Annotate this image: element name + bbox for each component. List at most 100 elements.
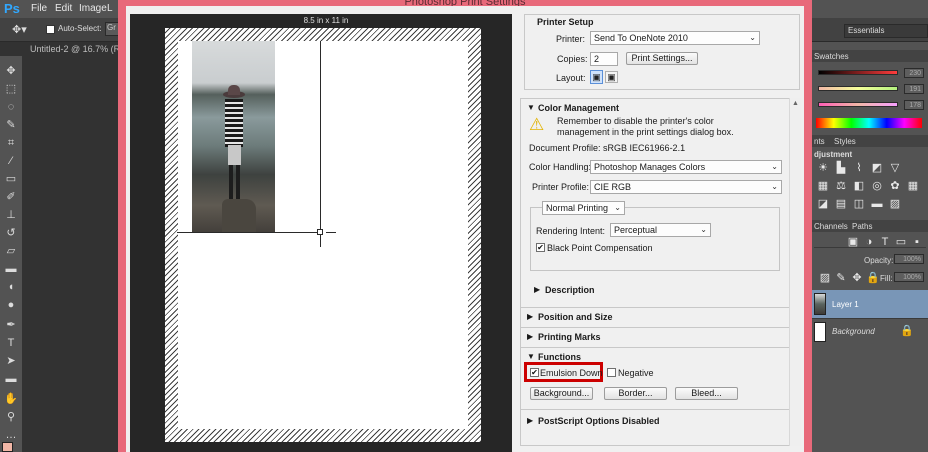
- printing-marks-section[interactable]: Printing Marks: [538, 332, 601, 342]
- hand-tool-icon[interactable]: ✋: [3, 392, 19, 406]
- copies-field[interactable]: 2: [590, 52, 618, 66]
- stamp-tool-icon[interactable]: ⊥: [3, 208, 19, 222]
- eyedropper-tool-icon[interactable]: ⁄: [3, 154, 19, 168]
- menu-image[interactable]: Image: [79, 3, 107, 14]
- emulsion-down-label[interactable]: Emulsion Down: [540, 368, 603, 378]
- black-point-checkbox[interactable]: ✔: [536, 243, 545, 252]
- expand-triangle-icon[interactable]: ▶: [527, 312, 533, 321]
- filter-shape-icon[interactable]: ▭: [894, 236, 908, 248]
- position-size-section[interactable]: Position and Size: [538, 312, 613, 322]
- filter-adjust-icon[interactable]: ◑: [862, 236, 876, 248]
- type-tool-icon[interactable]: T: [3, 336, 19, 350]
- lasso-tool-icon[interactable]: ◌: [3, 100, 19, 114]
- lock-position-icon[interactable]: ✥: [850, 272, 864, 284]
- red-value[interactable]: 230: [904, 68, 924, 78]
- expand-triangle-icon[interactable]: ▶: [527, 332, 533, 341]
- portrait-layout-icon[interactable]: ▣: [590, 70, 603, 84]
- pen-tool-icon[interactable]: ✒: [3, 318, 19, 332]
- move-tool-icon[interactable]: ✥▾: [12, 23, 27, 36]
- negative-checkbox[interactable]: [607, 368, 616, 377]
- menu-layer[interactable]: L: [107, 3, 113, 14]
- opacity-field[interactable]: 100%: [894, 254, 924, 264]
- print-image-preview[interactable]: [192, 41, 275, 232]
- balance-icon[interactable]: ⚖: [834, 180, 848, 192]
- lock-pixels-icon[interactable]: ▨: [818, 272, 832, 284]
- lock-all-icon[interactable]: 🔒: [866, 272, 880, 284]
- black-point-label[interactable]: Black Point Compensation: [547, 243, 653, 253]
- auto-select-checkbox[interactable]: [46, 25, 55, 34]
- move-tool-icon[interactable]: ✥: [3, 64, 19, 78]
- printing-mode-dropdown[interactable]: Normal Printing ⌄: [542, 201, 625, 215]
- levels-icon[interactable]: ▙: [834, 162, 848, 174]
- scroll-up-icon[interactable]: ▲: [792, 100, 799, 107]
- menu-edit[interactable]: Edit: [55, 3, 72, 14]
- zoom-tool-icon[interactable]: ⚲: [3, 410, 19, 424]
- printer-profile-dropdown[interactable]: CIE RGB ⌄: [590, 180, 782, 194]
- history-brush-tool-icon[interactable]: ↺: [3, 226, 19, 240]
- healing-brush-tool-icon[interactable]: ▭: [3, 172, 19, 186]
- invert-icon[interactable]: ◪: [816, 198, 830, 210]
- color-handling-dropdown[interactable]: Photoshop Manages Colors ⌄: [590, 160, 782, 174]
- landscape-layout-icon[interactable]: ▣: [605, 71, 618, 83]
- settings-scrollbar[interactable]: ▲: [789, 98, 801, 446]
- red-slider[interactable]: [818, 70, 898, 75]
- bw-icon[interactable]: ◧: [852, 180, 866, 192]
- menu-file[interactable]: File: [31, 3, 47, 14]
- layer-row[interactable]: Background 🔒: [812, 318, 928, 344]
- blue-slider[interactable]: [818, 102, 898, 107]
- crop-tool-icon[interactable]: ⌗: [3, 136, 19, 150]
- border-button[interactable]: Border...: [604, 387, 667, 400]
- threshold-icon[interactable]: ◫: [852, 198, 866, 210]
- emulsion-down-checkbox[interactable]: ✔: [530, 368, 539, 377]
- marquee-tool-icon[interactable]: ⬚: [3, 82, 19, 96]
- foreground-color-swatch[interactable]: [2, 442, 13, 452]
- tab-styles[interactable]: Styles: [834, 137, 856, 146]
- layer-name[interactable]: Background: [832, 327, 875, 336]
- rendering-intent-dropdown[interactable]: Perceptual ⌄: [610, 223, 711, 237]
- workspace-switcher[interactable]: Essentials: [848, 26, 884, 35]
- blue-value[interactable]: 178: [904, 100, 924, 110]
- grid-icon[interactable]: ▦: [906, 180, 920, 192]
- mixer-icon[interactable]: ✿: [888, 180, 902, 192]
- path-select-tool-icon[interactable]: ➤: [3, 354, 19, 368]
- green-value[interactable]: 191: [904, 84, 924, 94]
- fill-field[interactable]: 100%: [894, 272, 924, 282]
- vibrance-icon[interactable]: ▽: [888, 162, 902, 174]
- eraser-tool-icon[interactable]: ▱: [3, 244, 19, 258]
- quick-select-tool-icon[interactable]: ✎: [3, 118, 19, 132]
- more-tools-icon[interactable]: …: [3, 428, 19, 442]
- color-management-heading[interactable]: Color Management: [538, 103, 619, 113]
- background-button[interactable]: Background...: [530, 387, 593, 400]
- expand-triangle-icon[interactable]: ▶: [527, 416, 533, 425]
- hue-icon[interactable]: ▦: [816, 180, 830, 192]
- negative-label[interactable]: Negative: [618, 368, 654, 378]
- functions-section[interactable]: Functions: [538, 352, 581, 362]
- layer-row[interactable]: Layer 1: [812, 290, 928, 318]
- lock-brush-icon[interactable]: ✎: [834, 272, 848, 284]
- blur-tool-icon[interactable]: ◖: [3, 280, 19, 294]
- collapse-triangle-icon[interactable]: ▼: [527, 103, 535, 112]
- tab-channels[interactable]: Channels: [814, 222, 848, 231]
- posterize-icon[interactable]: ▤: [834, 198, 848, 210]
- expand-triangle-icon[interactable]: ▶: [534, 285, 540, 294]
- dodge-tool-icon[interactable]: ●: [3, 298, 19, 312]
- print-settings-button[interactable]: Print Settings...: [626, 52, 698, 65]
- collapse-triangle-icon[interactable]: ▼: [527, 352, 535, 361]
- printer-dropdown[interactable]: Send To OneNote 2010 ⌄: [590, 31, 760, 45]
- tab-swatches[interactable]: Swatches: [814, 52, 849, 61]
- description-section[interactable]: Description: [545, 285, 595, 295]
- layer-name[interactable]: Layer 1: [832, 300, 859, 309]
- green-slider[interactable]: [818, 86, 898, 91]
- tab-adjustments[interactable]: nts: [814, 137, 825, 146]
- tab-paths[interactable]: Paths: [852, 222, 872, 231]
- gradient-tool-icon[interactable]: ▬: [3, 262, 19, 276]
- filter-smart-icon[interactable]: ▪: [910, 236, 924, 248]
- auto-select-dropdown[interactable]: Gr: [105, 22, 119, 36]
- resize-handle[interactable]: [317, 229, 323, 235]
- filter-pixel-icon[interactable]: ▣: [846, 236, 860, 248]
- exposure-icon[interactable]: ◩: [870, 162, 884, 174]
- selective-color-icon[interactable]: ▨: [888, 198, 902, 210]
- filter-type-icon[interactable]: T: [878, 236, 892, 248]
- shape-tool-icon[interactable]: ▬: [3, 372, 19, 386]
- bleed-button[interactable]: Bleed...: [675, 387, 738, 400]
